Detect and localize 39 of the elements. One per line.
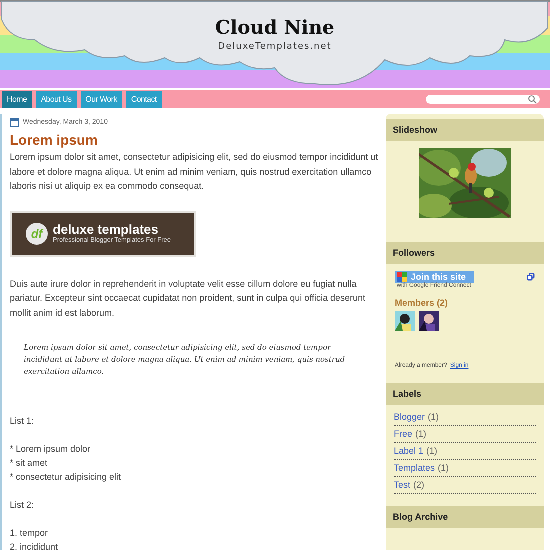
- label-count: (1): [426, 446, 438, 456]
- label-count: (1): [416, 429, 427, 439]
- nav-tab[interactable]: Our Work: [80, 90, 122, 108]
- search-field[interactable]: [426, 94, 540, 104]
- post-paragraph: Lorem ipsum dolor sit amet, consectetur adipisicing elit, sed do eiusmod tempor incididunt ut labore et dolore magna aliqua. Ut enim ad minim veniam, quis nostrud exercitation ullamco laboris nisi ut aliquip ex ea commodo consequat.: [10, 151, 380, 193]
- list-item: 1. tempor: [10, 527, 50, 540]
- grid-icon: [397, 272, 407, 282]
- join-button[interactable]: Join this site: [395, 271, 474, 283]
- widget-heading: Labels: [386, 383, 544, 405]
- list-heading: List 1:: [10, 415, 36, 428]
- nav-tab[interactable]: About Us: [36, 90, 77, 108]
- widget-heading: Slideshow: [386, 119, 544, 141]
- label-link[interactable]: Blogger: [394, 412, 426, 422]
- calendar-icon: [10, 118, 19, 127]
- list-item: * consectetur adipisicing elit: [10, 471, 122, 484]
- label-count: (1): [438, 463, 450, 473]
- logo-icon: df: [26, 222, 48, 244]
- search-icon[interactable]: [528, 94, 537, 104]
- nav-tab[interactable]: Contact: [126, 90, 162, 108]
- site-subtitle: DeluxeTemplates.net: [218, 42, 332, 52]
- popout-icon[interactable]: [527, 273, 535, 281]
- members-heading: Members (2): [395, 298, 450, 308]
- label-link[interactable]: Free: [394, 429, 413, 439]
- label-link[interactable]: Templates: [394, 463, 436, 473]
- widget-heading: Followers: [386, 242, 544, 264]
- label-count: (1): [428, 412, 440, 422]
- list-item: 2. incididunt: [10, 541, 60, 550]
- list-item: * Lorem ipsum dolor: [10, 443, 92, 456]
- post-title[interactable]: Lorem ipsum: [10, 132, 380, 148]
- label-link[interactable]: Label 1: [394, 446, 424, 456]
- site-title: Cloud Nine: [215, 17, 335, 39]
- label-link[interactable]: Test: [394, 480, 411, 490]
- label-count: (2): [414, 480, 425, 490]
- nav-tab[interactable]: Home: [2, 90, 32, 108]
- list-item: * sit amet: [10, 457, 49, 470]
- widget-heading: Blog Archive: [386, 506, 544, 528]
- list-heading: List 2:: [10, 499, 36, 512]
- post-paragraph: Duis aute irure dolor in reprehenderit in voluptate velit esse cillum dolore eu fugiat nulla pariatur. Excepteur sint occaecat cupidatat non proident, sunt in culpa qui officia deserunt mollit anim id est laborum.: [10, 278, 367, 320]
- banner-title: deluxe templates: [53, 223, 160, 237]
